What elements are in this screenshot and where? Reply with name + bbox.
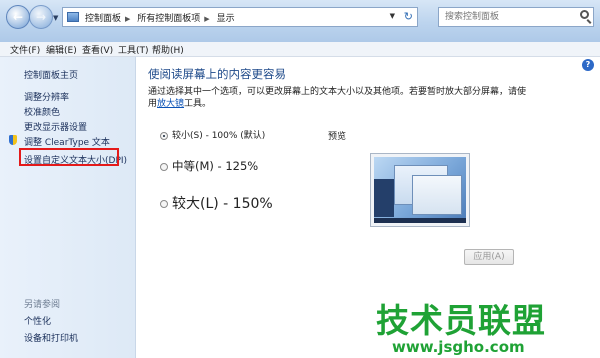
sidebar-item-personalization[interactable]: 个性化 (24, 314, 51, 327)
apply-button[interactable]: 应用(A) (464, 249, 514, 265)
highlight-box (19, 148, 119, 166)
sidebar-item-cleartype[interactable]: 调整 ClearType 文本 (24, 135, 110, 148)
option-larger-label: 较大(L) - 150% (172, 196, 273, 212)
address-field[interactable]: 控制面板 ▶ 所有控制面板项 ▶ 显示 ▼ ↻ (62, 7, 418, 27)
refresh-icon[interactable]: ↻ (404, 10, 413, 23)
breadcrumb: 控制面板 ▶ 所有控制面板项 ▶ 显示 (85, 11, 238, 24)
search-box[interactable] (438, 7, 594, 27)
preview-image (370, 153, 470, 227)
sidebar-item-home[interactable]: 控制面板主页 (24, 68, 78, 81)
radio-medium[interactable] (160, 162, 168, 171)
breadcrumb-item[interactable]: 控制面板 (85, 14, 121, 24)
watermark-url: www.jsgho.com (392, 338, 525, 356)
radio-larger[interactable] (160, 200, 168, 208)
magnifier-link[interactable]: 放大镜 (157, 99, 184, 109)
address-bar-area: ← → ▼ 控制面板 ▶ 所有控制面板项 ▶ 显示 ▼ ↻ (0, 0, 600, 42)
back-button[interactable]: ← (6, 5, 30, 29)
sidebar-item-display-settings[interactable]: 更改显示器设置 (24, 120, 87, 133)
description-end: 工具。 (184, 99, 212, 109)
preview-start-menu (374, 179, 394, 217)
menu-tools[interactable]: 工具(T) (118, 43, 149, 56)
chevron-right-icon[interactable]: ▶ (204, 15, 209, 23)
radio-smaller[interactable] (160, 131, 168, 140)
description-text: 通过选择其中一个选项，可以更改屏幕上的文本大小以及其他项。若要暂时放大部分屏幕，… (148, 86, 530, 110)
option-medium-label: 中等(M) - 125% (172, 159, 259, 173)
option-smaller-label: 较小(S) - 100% (默认) (172, 131, 266, 141)
sidebar-item-resolution[interactable]: 调整分辨率 (24, 90, 69, 103)
sidebar-item-calibrate-color[interactable]: 校准颜色 (24, 105, 60, 118)
address-dropdown-icon[interactable]: ▼ (390, 12, 395, 20)
page-title: 使阅读屏幕上的内容更容易 (148, 67, 286, 81)
forward-button[interactable]: → (29, 5, 53, 29)
preview-taskbar (374, 218, 466, 223)
help-icon[interactable]: ? (582, 59, 594, 71)
menu-file[interactable]: 文件(F) (10, 43, 40, 56)
breadcrumb-item[interactable]: 显示 (217, 14, 235, 24)
menu-edit[interactable]: 编辑(E) (46, 43, 77, 56)
search-input[interactable] (445, 9, 565, 25)
control-panel-window: ← → ▼ 控制面板 ▶ 所有控制面板项 ▶ 显示 ▼ ↻ 文件(F) 编辑(E) … (0, 0, 600, 358)
option-larger[interactable]: 较大(L) - 150% (160, 193, 273, 213)
watermark-logo: 技术员联盟 (376, 301, 546, 340)
preview-window-front (412, 175, 462, 215)
preview-label: 预览 (328, 132, 347, 142)
menu-help[interactable]: 帮助(H) (152, 43, 184, 56)
option-smaller[interactable]: 较小(S) - 100% (默认) (160, 128, 265, 141)
preview-screen (374, 157, 466, 223)
recent-pages-dropdown[interactable]: ▼ (53, 14, 58, 22)
option-medium[interactable]: 中等(M) - 125% (160, 158, 258, 174)
see-also-heading: 另请参阅 (24, 300, 61, 310)
control-panel-icon (67, 12, 79, 22)
sidebar: 控制面板主页 调整分辨率 校准颜色 更改显示器设置 调整 ClearType 文… (0, 57, 136, 358)
menu-view[interactable]: 查看(V) (82, 43, 113, 56)
breadcrumb-item[interactable]: 所有控制面板项 (137, 14, 200, 24)
chevron-right-icon[interactable]: ▶ (125, 15, 130, 23)
menu-bar: 文件(F) 编辑(E) 查看(V) 工具(T) 帮助(H) (0, 42, 600, 57)
sidebar-item-devices-printers[interactable]: 设备和打印机 (24, 331, 78, 344)
search-icon[interactable] (580, 10, 589, 19)
shield-icon (9, 135, 17, 145)
